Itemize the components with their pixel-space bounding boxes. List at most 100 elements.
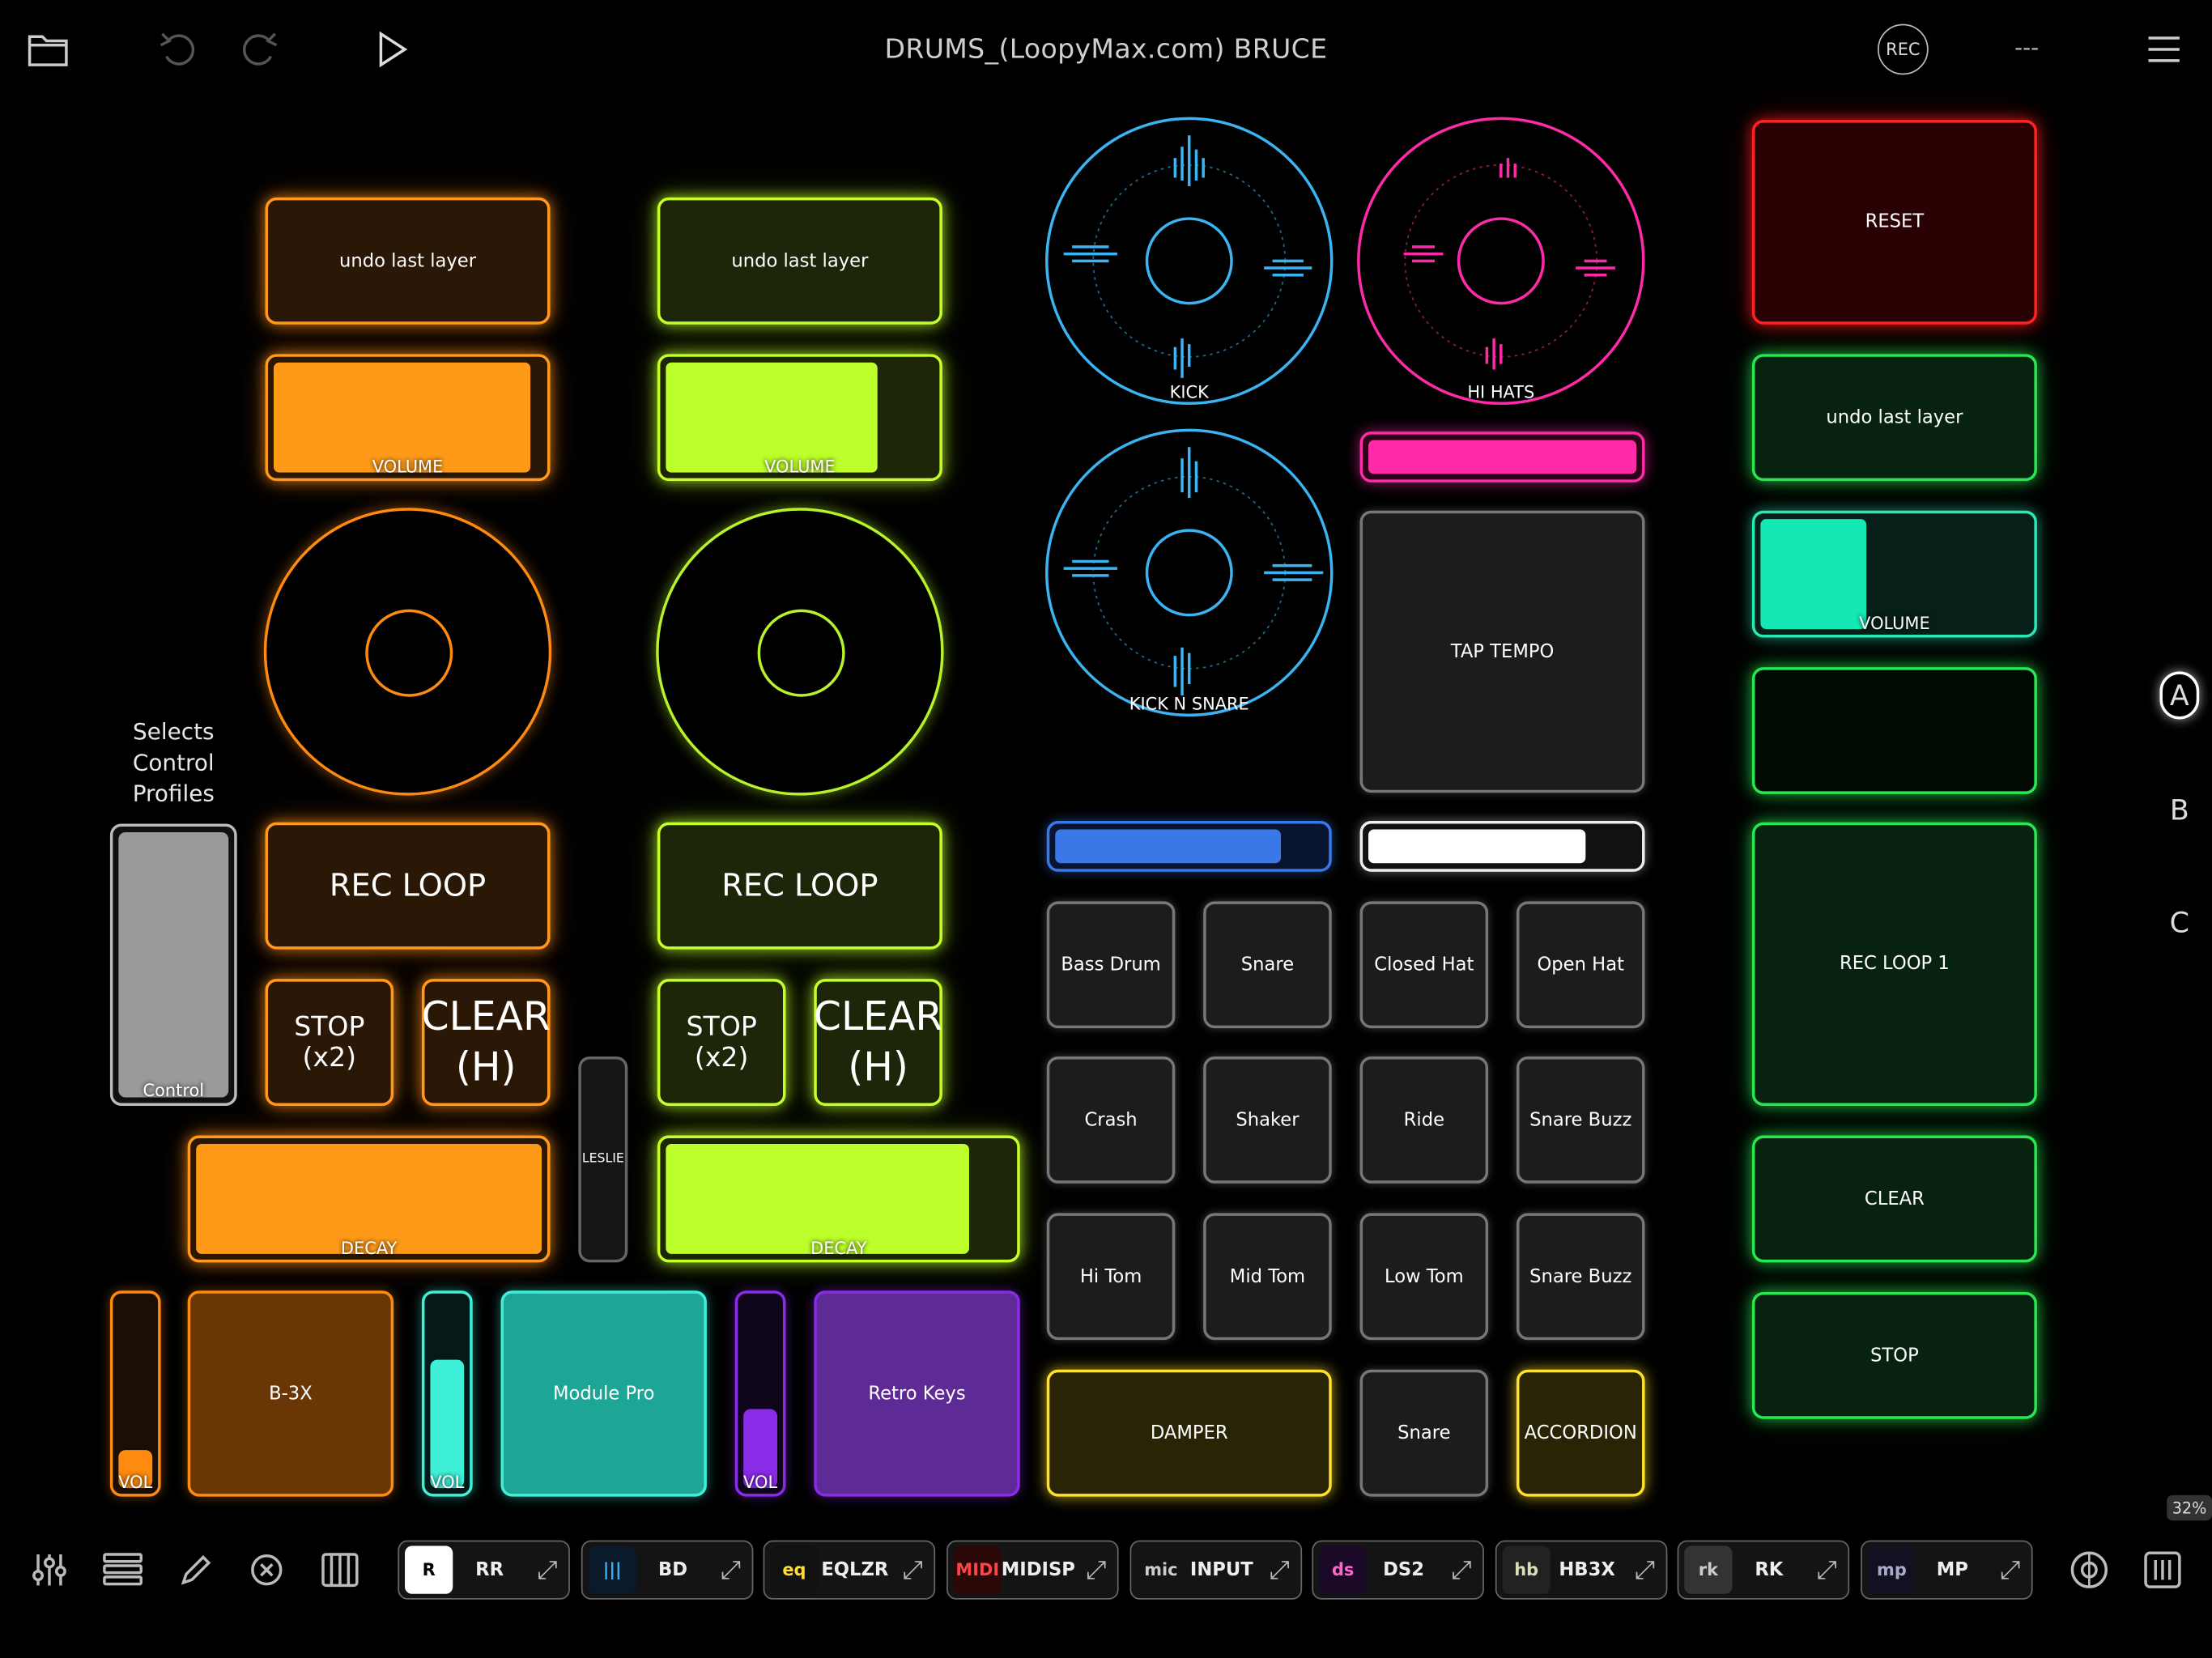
- b3x-volume-slider[interactable]: VOL: [109, 1290, 161, 1497]
- leslie-button[interactable]: LESLIE: [578, 1056, 628, 1263]
- track1-loop-center: [365, 609, 453, 697]
- plugin-eqlzr-icon: eq: [770, 1545, 819, 1594]
- track1-stop-button[interactable]: STOP (x2): [265, 979, 394, 1106]
- track1-loop-ring[interactable]: [263, 508, 552, 796]
- record-button[interactable]: REC: [1878, 23, 1929, 75]
- drum-pad[interactable]: Crash: [1046, 1056, 1176, 1184]
- plugin-slot-mp[interactable]: mp MP ⤢: [1861, 1540, 2033, 1600]
- expand-icon[interactable]: ⤢: [1440, 1555, 1482, 1585]
- track1-rec-loop-button[interactable]: REC LOOP: [265, 822, 551, 950]
- drum-pad[interactable]: Closed Hat: [1359, 901, 1489, 1029]
- profile-a-button[interactable]: A: [2159, 671, 2200, 720]
- plugin-slot-bd[interactable]: ||| BD ⤢: [581, 1540, 754, 1600]
- menu-icon[interactable]: [2142, 31, 2187, 67]
- drum-pad[interactable]: Ride: [1359, 1056, 1489, 1184]
- module-pro-vol-label: VOL: [430, 1472, 465, 1493]
- plugin-slot-eqlzr[interactable]: eq EQLZR ⤢: [763, 1540, 936, 1600]
- plugin-name: INPUT: [1189, 1559, 1253, 1581]
- pencil-icon[interactable]: [172, 1546, 220, 1594]
- track2-volume-label: VOLUME: [764, 457, 836, 477]
- right-empty-slot[interactable]: [1751, 667, 2037, 794]
- drum-pad[interactable]: Low Tom: [1359, 1213, 1489, 1341]
- right-undo-button[interactable]: undo last layer: [1751, 354, 2037, 482]
- track1-volume-label: VOLUME: [372, 457, 444, 477]
- plugin-name: HB3X: [1559, 1559, 1615, 1581]
- track1-volume-slider[interactable]: VOLUME: [265, 354, 551, 482]
- track2-loop-ring[interactable]: [656, 508, 944, 796]
- mixer-icon[interactable]: [25, 1546, 73, 1594]
- snare-pad-bottom[interactable]: Snare: [1359, 1369, 1489, 1497]
- profile-c-button[interactable]: C: [2159, 899, 2199, 946]
- plugin-input-icon: mic: [1144, 1559, 1178, 1580]
- audio-settings-icon[interactable]: [2065, 1546, 2113, 1594]
- right-clear-button[interactable]: CLEAR: [1751, 1135, 2037, 1263]
- track2-rec-loop-button[interactable]: REC LOOP: [657, 822, 942, 950]
- track1-decay-slider[interactable]: DECAY: [187, 1135, 551, 1263]
- drum-pad[interactable]: Hi Tom: [1046, 1213, 1176, 1341]
- right-volume-label: VOLUME: [1859, 613, 1930, 634]
- keyboard-icon[interactable]: [316, 1546, 364, 1594]
- retro-keys-instrument-button[interactable]: Retro Keys: [814, 1290, 1020, 1497]
- plugin-mp-icon: mp: [1867, 1545, 1916, 1594]
- plugin-slot-rk[interactable]: rk RK ⤢: [1677, 1540, 1850, 1600]
- plugin-ds2-icon: ds: [1319, 1545, 1368, 1594]
- close-circle-icon[interactable]: [243, 1546, 291, 1594]
- drum-pad[interactable]: Mid Tom: [1203, 1213, 1332, 1341]
- track2-clear-button[interactable]: CLEAR (H): [814, 979, 942, 1106]
- plugin-slot-ds2[interactable]: ds DS2 ⤢: [1312, 1540, 1484, 1600]
- b3x-instrument-button[interactable]: B-3X: [187, 1290, 394, 1497]
- expand-icon[interactable]: ⤢: [1075, 1555, 1117, 1585]
- track2-stop-button[interactable]: STOP (x2): [657, 979, 786, 1106]
- expand-icon[interactable]: ⤢: [891, 1555, 934, 1585]
- drum-pad[interactable]: Snare Buzz: [1516, 1056, 1645, 1184]
- control-caption: Selects Control Profiles: [132, 717, 215, 807]
- plugin-slot-midisp[interactable]: MIDI MIDISP ⤢: [946, 1540, 1119, 1600]
- track2-decay-slider[interactable]: DECAY: [657, 1135, 1020, 1263]
- tracks-icon[interactable]: [99, 1546, 147, 1594]
- expand-icon[interactable]: ⤢: [1806, 1555, 1848, 1585]
- kick-loop-label: KICK: [1170, 382, 1210, 402]
- retro-keys-volume-slider[interactable]: VOL: [734, 1290, 786, 1497]
- right-volume-slider[interactable]: VOLUME: [1751, 510, 2037, 638]
- tap-tempo-button[interactable]: TAP TEMPO: [1359, 510, 1645, 793]
- hihats-level-slider[interactable]: [1359, 432, 1645, 483]
- status-text: ---: [2014, 33, 2040, 61]
- plugin-slot-hb3x[interactable]: hb HB3X ⤢: [1495, 1540, 1668, 1600]
- damper-button[interactable]: DAMPER: [1046, 1369, 1332, 1497]
- track1-undo-button[interactable]: undo last layer: [265, 197, 551, 325]
- drum-pad[interactable]: Snare Buzz: [1516, 1213, 1645, 1341]
- track1-clear-button[interactable]: CLEAR (H): [422, 979, 551, 1106]
- rec-loop-1-button[interactable]: REC LOOP 1: [1751, 822, 2037, 1106]
- track2-volume-slider[interactable]: VOLUME: [657, 354, 942, 482]
- track2-undo-button[interactable]: undo last layer: [657, 197, 942, 325]
- layout-editor-icon[interactable]: [2138, 1546, 2186, 1594]
- plugin-slot-input[interactable]: mic INPUT ⤢: [1129, 1540, 1303, 1600]
- control-profile-slider[interactable]: Control: [109, 823, 237, 1106]
- drum-pad[interactable]: Open Hat: [1516, 901, 1645, 1029]
- white-level-slider[interactable]: [1359, 821, 1645, 872]
- profile-b-button[interactable]: B: [2159, 785, 2199, 833]
- control-label: Control: [143, 1080, 205, 1100]
- expand-icon[interactable]: ⤢: [709, 1555, 751, 1585]
- kick-loop-circle[interactable]: KICK: [1044, 116, 1340, 412]
- kick-n-snare-loop-circle[interactable]: KICK N SNARE: [1044, 427, 1340, 724]
- expand-icon[interactable]: ⤢: [1989, 1555, 2031, 1585]
- hihats-loop-circle[interactable]: HI HATS: [1355, 116, 1652, 412]
- plugin-name: RR: [475, 1559, 504, 1581]
- right-stop-button[interactable]: STOP: [1751, 1291, 2037, 1419]
- reset-button[interactable]: RESET: [1751, 120, 2037, 325]
- hihats-loop-label: HI HATS: [1467, 382, 1534, 402]
- drum-pad[interactable]: Shaker: [1203, 1056, 1332, 1184]
- drum-pad[interactable]: Bass Drum: [1046, 901, 1176, 1029]
- zoom-badge: 32%: [2167, 1494, 2212, 1521]
- kick-level-slider[interactable]: [1046, 821, 1332, 872]
- expand-icon[interactable]: ⤢: [1258, 1555, 1300, 1585]
- expand-icon[interactable]: ⤢: [526, 1555, 568, 1585]
- module-pro-volume-slider[interactable]: VOL: [421, 1290, 473, 1497]
- plugin-slot-rr[interactable]: R RR ⤢: [398, 1540, 570, 1600]
- drum-pad[interactable]: Snare: [1203, 901, 1332, 1029]
- module-pro-instrument-button[interactable]: Module Pro: [500, 1290, 707, 1497]
- plugin-midisp-icon: MIDI: [953, 1545, 1002, 1594]
- expand-icon[interactable]: ⤢: [1623, 1555, 1665, 1585]
- accordion-button[interactable]: ACCORDION: [1516, 1369, 1645, 1497]
